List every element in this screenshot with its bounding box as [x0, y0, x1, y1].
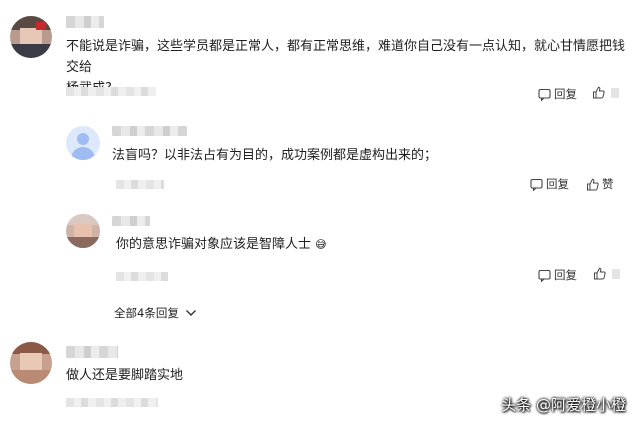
username[interactable] [112, 126, 187, 136]
reply-meta [116, 272, 168, 281]
thumbs-up-icon [594, 267, 606, 280]
comment-meta [66, 398, 158, 407]
reply-icon [530, 178, 543, 191]
reply-text: 你的意思诈骗对象应该是智障人士 😅 [116, 237, 327, 252]
username[interactable] [66, 346, 118, 358]
expand-replies-button[interactable]: 全部4条回复 [114, 305, 197, 321]
avatar[interactable] [66, 214, 100, 248]
comment-meta [66, 87, 156, 96]
like-count [611, 87, 619, 98]
reply-icon [538, 269, 551, 282]
thumbs-up-icon [587, 178, 599, 190]
reply-icon [538, 88, 551, 101]
reply-button[interactable]: 回复 [530, 176, 569, 192]
username[interactable] [112, 216, 150, 226]
username[interactable] [66, 16, 104, 28]
like-button[interactable]: 赞 [586, 176, 614, 192]
reply-button[interactable]: 回复 [538, 86, 577, 102]
avatar[interactable] [10, 342, 52, 384]
sweat-smile-emoji: 😅 [315, 238, 327, 251]
comment-text: 做人还是要脚踏实地 [66, 368, 184, 383]
watermark: 头条 @阿爱橙小橙 [501, 396, 626, 414]
avatar[interactable] [10, 16, 52, 58]
like-button[interactable] [592, 86, 619, 99]
chevron-down-icon [185, 310, 196, 316]
thumbs-up-icon [593, 86, 605, 99]
like-button[interactable] [593, 267, 620, 280]
reply-text: 法盲吗？以非法占有为目的，成功案例都是虚构出来的； [112, 148, 438, 163]
reply-button[interactable]: 回复 [538, 267, 577, 283]
reply-meta [116, 180, 164, 189]
like-count [612, 268, 620, 279]
default-avatar-icon[interactable] [66, 126, 100, 160]
